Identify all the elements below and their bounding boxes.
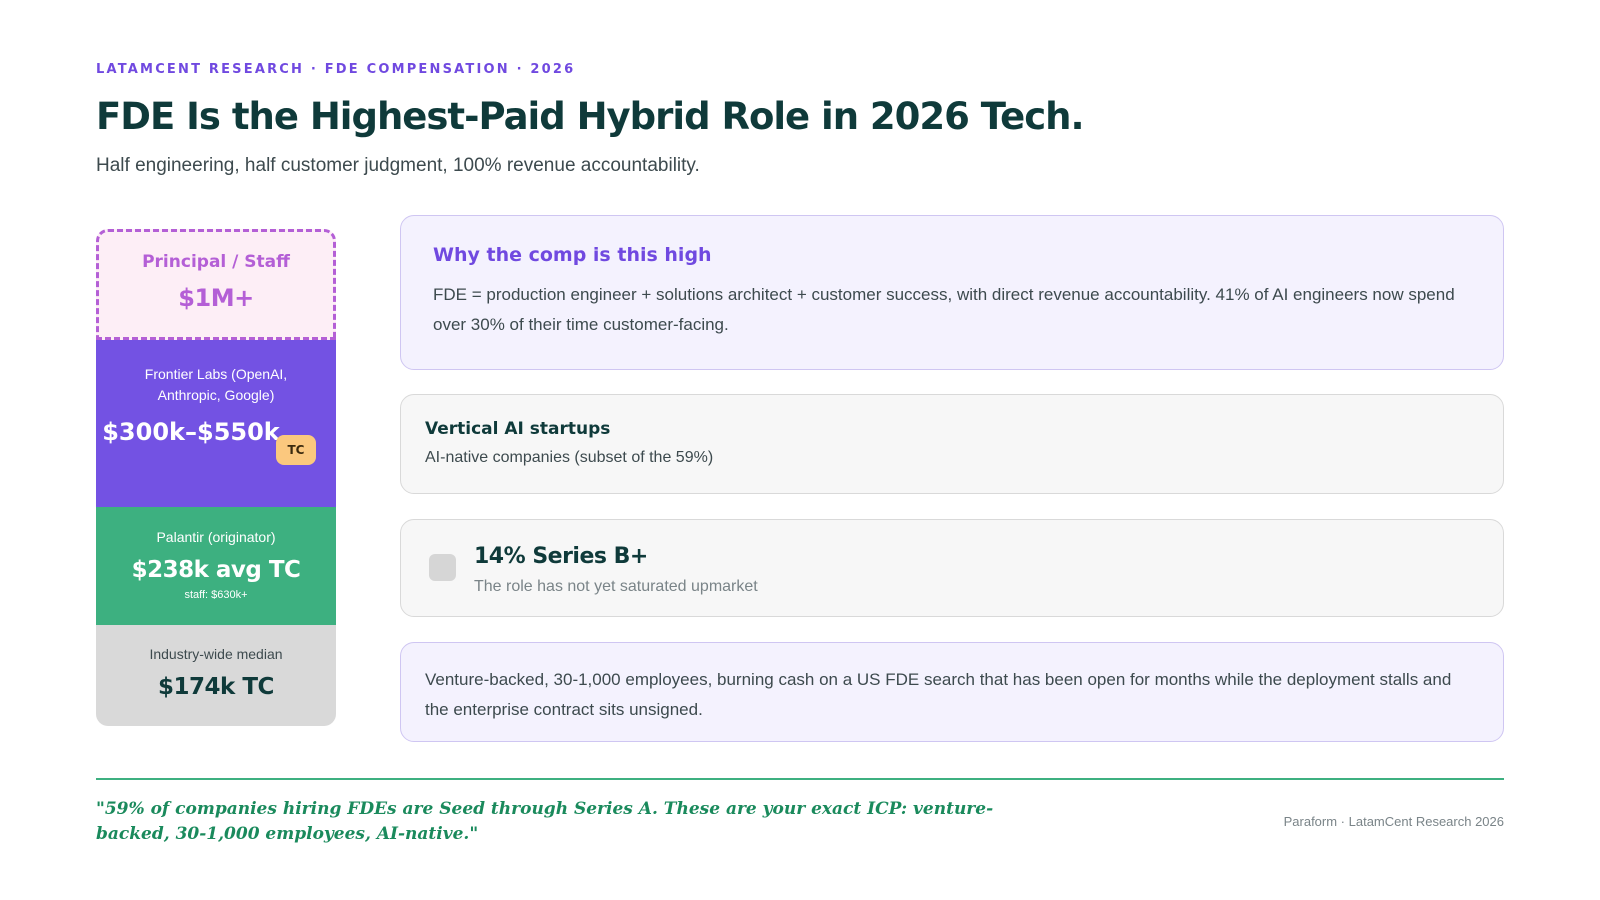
page-title: FDE Is the Highest-Paid Hybrid Role in 2… xyxy=(96,95,1085,138)
tier-label: Frontier Labs (OpenAI, Anthropic, Google… xyxy=(144,366,288,403)
tier-industry-median: Industry-wide median $174k TC xyxy=(96,625,336,726)
card-title: Vertical AI startups xyxy=(425,419,611,439)
page-subtitle: Half engineering, half customer judgment… xyxy=(96,155,700,176)
tier-note: staff: $630k+ xyxy=(184,589,248,601)
tier-palantir: Palantir (originator) $238k avg TC staff… xyxy=(96,507,336,625)
card-title: Why the comp is this high xyxy=(433,244,712,266)
footer-divider xyxy=(96,778,1504,780)
card-body: AI-native companies (subset of the 59%) xyxy=(425,449,714,466)
tier-label: Palantir (originator) xyxy=(156,529,276,545)
tier-value: $1M+ xyxy=(178,284,254,312)
tier-label: Industry-wide median xyxy=(149,646,283,662)
tier-value: $174k TC xyxy=(158,674,274,700)
checkbox-icon[interactable] xyxy=(429,554,456,581)
footer-source: Paraform · LatamCent Research 2026 xyxy=(1283,814,1504,829)
card-body: FDE = production engineer + solutions ar… xyxy=(433,285,1455,334)
tier-frontier-labs: Frontier Labs (OpenAI, Anthropic, Google… xyxy=(96,340,336,507)
tier-value: $238k avg TC xyxy=(131,557,301,583)
tier-principal-staff: Principal / Staff $1M+ xyxy=(96,229,336,340)
tier-value: $300k–$550k xyxy=(102,418,280,446)
series-b-card: 14% Series B+ The role has not yet satur… xyxy=(400,519,1504,617)
tier-label: Principal / Staff xyxy=(142,252,290,272)
why-comp-card: Why the comp is this high FDE = producti… xyxy=(400,215,1504,370)
compensation-ladder: Principal / Staff $1M+ Frontier Labs (Op… xyxy=(96,229,336,726)
vertical-ai-card: Vertical AI startups AI-native companies… xyxy=(400,394,1504,494)
tc-badge: TC xyxy=(276,435,316,465)
venture-backed-card: Venture-backed, 30-1,000 employees, burn… xyxy=(400,642,1504,742)
card-title: 14% Series B+ xyxy=(474,544,648,569)
eyebrow: LATAMCENT RESEARCH · FDE COMPENSATION · … xyxy=(96,62,576,77)
card-body: Venture-backed, 30-1,000 employees, burn… xyxy=(425,670,1452,719)
footer-quote: "59% of companies hiring FDEs are Seed t… xyxy=(96,799,994,844)
card-body: The role has not yet saturated upmarket xyxy=(474,578,758,595)
